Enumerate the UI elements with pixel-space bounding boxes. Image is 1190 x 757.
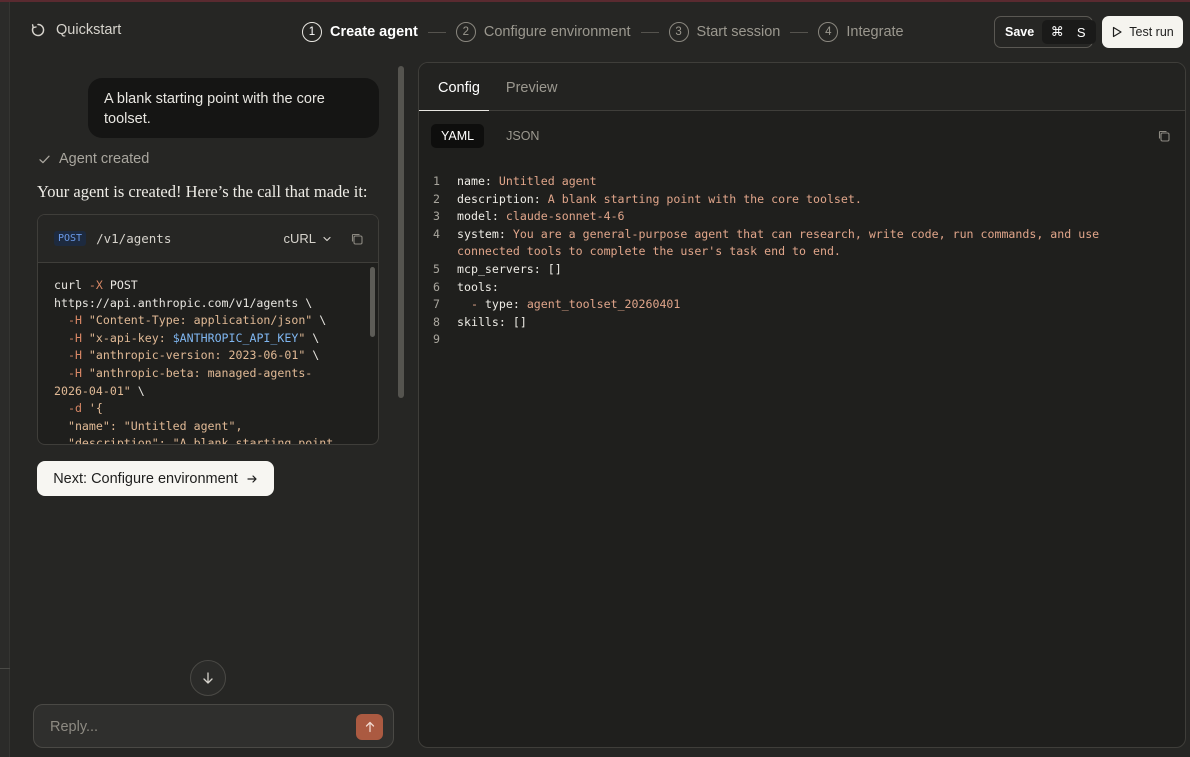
command-key: ⌘ <box>1050 24 1064 39</box>
step-configure-environment[interactable]: 2 Configure environment <box>455 22 631 42</box>
step-start-session[interactable]: 3 Start session <box>668 22 781 42</box>
code-line: 8 skills: [] <box>433 314 527 329</box>
arrow-up-icon <box>365 721 374 733</box>
code-line: 5 mcp_servers: [] <box>433 261 562 276</box>
next-label: Next: Configure environment <box>53 470 238 487</box>
save-label: Save <box>1005 25 1035 39</box>
step-number: 2 <box>455 22 476 42</box>
step-separator <box>427 31 446 33</box>
http-method-badge: POST <box>54 231 87 246</box>
arrow-down-icon <box>203 672 213 684</box>
chevron-down-icon <box>323 236 331 241</box>
reply-box <box>33 704 394 748</box>
next-configure-environment-button[interactable]: Next: Configure environment <box>37 461 274 496</box>
quickstart-brand: Quickstart <box>30 22 121 38</box>
config-panel: Config Preview YAML JSON 1 name: Untitled… <box>418 62 1186 748</box>
brand-title: Quickstart <box>56 22 122 38</box>
yaml-tool-type-value: agent_toolset_20260401 <box>526 297 681 312</box>
checkmark-icon <box>39 155 50 163</box>
step-number: 4 <box>818 22 839 42</box>
user-message-bubble: A blank starting point with the core too… <box>88 78 379 138</box>
yaml-system-value: You are a general-purpose agent that can… <box>512 226 1100 241</box>
code-header: POST /v1/agents cURL <box>38 215 378 263</box>
format-yaml[interactable]: YAML <box>431 124 485 148</box>
tab-preview[interactable]: Preview <box>505 80 559 110</box>
step-label: Start session <box>696 24 781 40</box>
code-line: connected tools to complete the user's t… <box>433 243 1099 261</box>
language-dropdown[interactable]: cURL <box>283 231 332 246</box>
left-sidebar-edge <box>0 2 10 757</box>
endpoint-path: /v1/agents <box>96 231 172 246</box>
copy-icon[interactable] <box>350 232 364 246</box>
loading-icon <box>31 23 45 37</box>
code-line: 6 tools: <box>433 279 499 294</box>
panel-tabs: Config Preview <box>419 63 1185 111</box>
code-scrollbar[interactable] <box>370 267 375 337</box>
yaml-description-value: A blank starting point with the core too… <box>547 191 862 206</box>
code-line: 9 <box>433 332 440 347</box>
progress-stepper: 1 Create agent 2 Configure environment 3… <box>302 21 904 43</box>
assistant-message: Your agent is created! Here’s the call t… <box>37 182 368 201</box>
code-line: 1 name: Untitled agent <box>433 174 597 188</box>
step-separator <box>640 31 659 33</box>
save-button[interactable]: Save ⌘ S <box>994 16 1097 48</box>
format-json[interactable]: JSON <box>496 124 549 148</box>
yaml-skills-value: [] <box>512 314 527 329</box>
code-line: 7 - type: agent_toolset_20260401 <box>433 297 681 312</box>
scroll-to-bottom-button[interactable] <box>190 660 226 696</box>
chat-scrollbar[interactable] <box>398 66 404 398</box>
yaml-system-continued: connected tools to complete the user's t… <box>457 244 841 259</box>
step-label: Configure environment <box>483 24 631 40</box>
save-shortcut: ⌘ S <box>1042 20 1097 44</box>
code-line: 4 system: You are a general-purpose agent… <box>433 226 1100 241</box>
copy-icon[interactable] <box>1157 129 1171 143</box>
play-icon <box>1113 26 1122 38</box>
yaml-name-value: Untitled agent <box>498 174 597 188</box>
step-label: Create agent <box>330 24 418 40</box>
code-line: 2 description: A blank starting point wit… <box>433 191 862 206</box>
step-label: Integrate <box>846 24 904 40</box>
tab-config[interactable]: Config <box>419 80 489 111</box>
yaml-editor[interactable]: 1 name: Untitled agent 2 description: A bl… <box>433 173 1099 349</box>
step-integrate[interactable]: 4 Integrate <box>818 22 904 42</box>
yaml-model-value: claude-sonnet-4-6 <box>505 209 625 224</box>
step-separator <box>790 31 809 33</box>
step-number: 1 <box>302 22 322 42</box>
step-number: 3 <box>668 22 689 42</box>
language-label: cURL <box>283 231 316 246</box>
window-top-border <box>0 0 1190 2</box>
curl-code: curl -X POST https://api.anthropic.com/v… <box>54 278 334 445</box>
s-key: S <box>1076 24 1086 40</box>
agent-created-status: Agent created <box>38 151 149 167</box>
api-call-code-block: POST /v1/agents cURL curl -X POST https:… <box>37 214 379 445</box>
send-button[interactable] <box>356 714 383 740</box>
yaml-mcp-value: [] <box>547 261 562 276</box>
code-line: 3 model: claude-sonnet-4-6 <box>433 209 625 224</box>
test-run-label: Test run <box>1129 25 1174 39</box>
test-run-button[interactable]: Test run <box>1102 16 1183 48</box>
sidebar-edge-mark <box>0 668 10 669</box>
step-create-agent[interactable]: 1 Create agent <box>302 22 418 42</box>
status-text: Agent created <box>59 151 150 167</box>
format-toggle: YAML JSON <box>431 124 549 148</box>
arrow-right-icon <box>247 474 257 483</box>
reply-input[interactable] <box>50 716 350 738</box>
